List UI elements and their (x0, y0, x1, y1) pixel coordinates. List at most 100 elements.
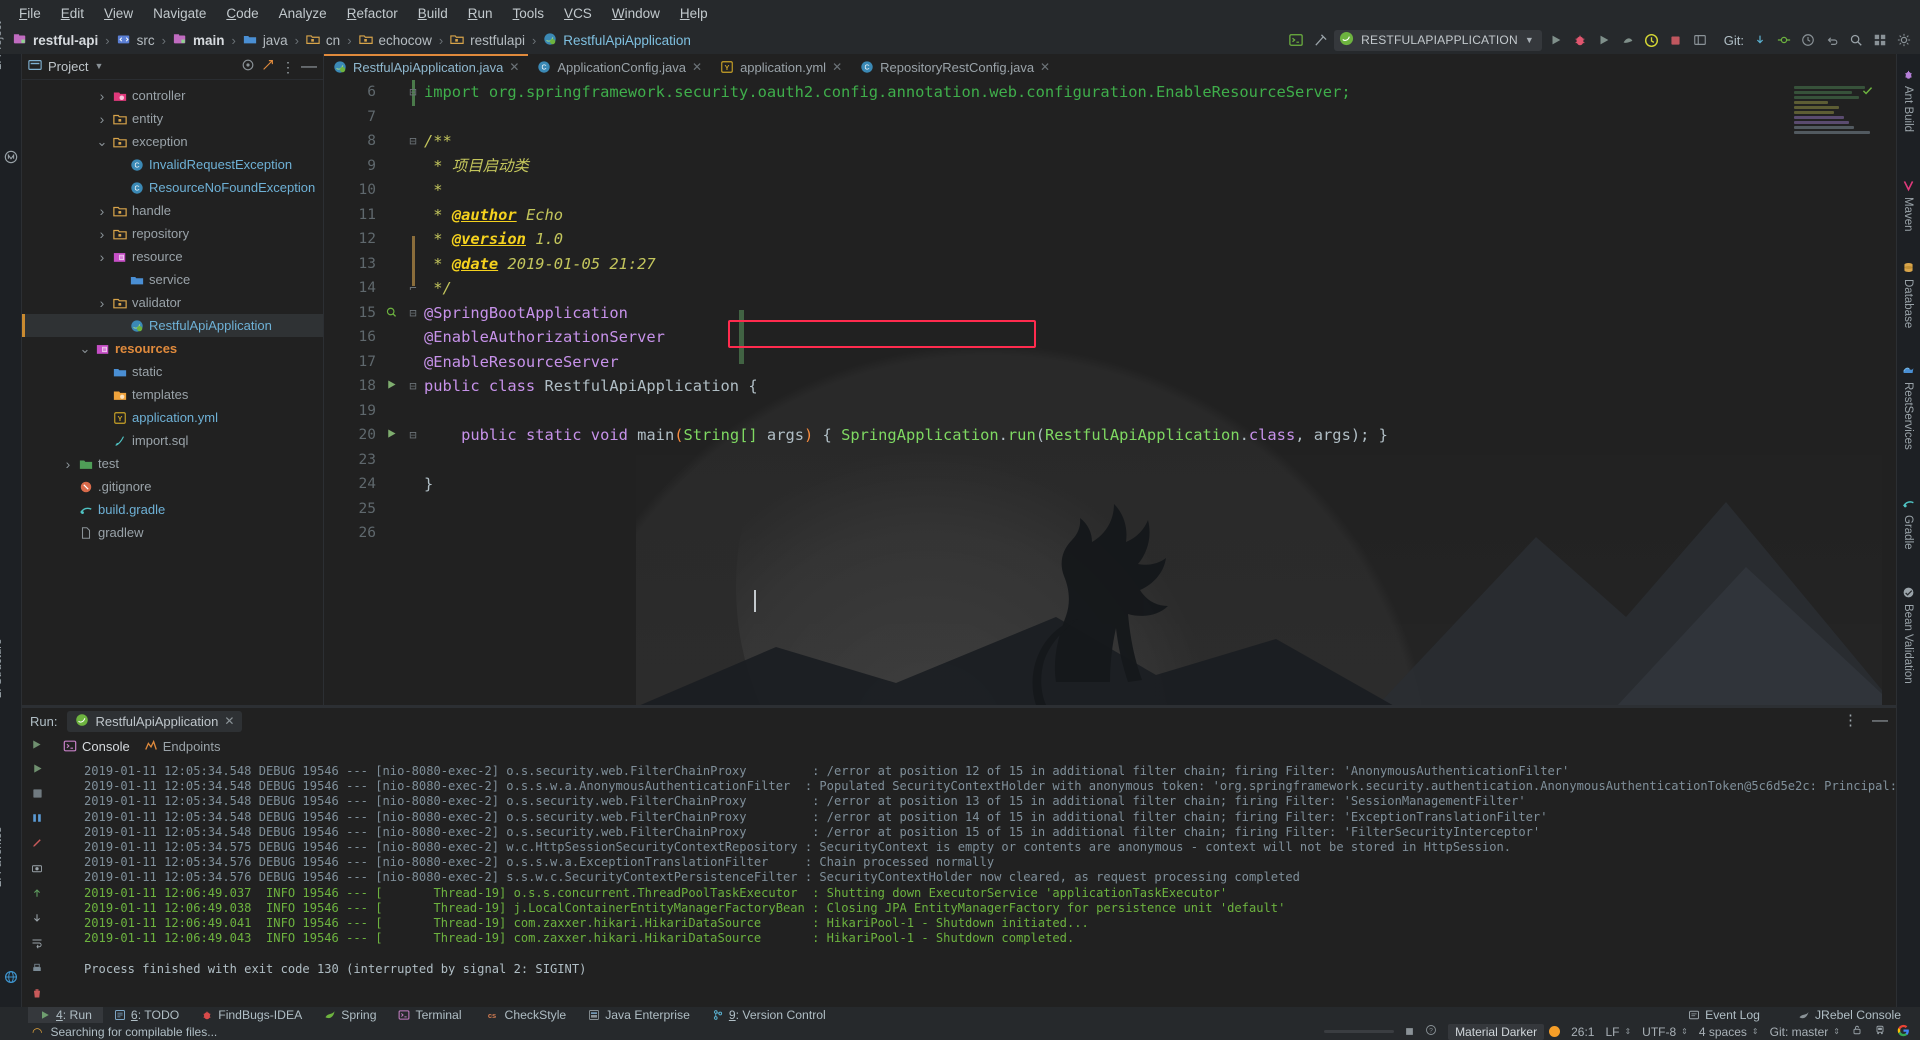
theme-switcher[interactable]: Material Darker (1448, 1023, 1561, 1040)
spring-bean-icon[interactable] (380, 301, 402, 326)
breadcrumb-item-cn[interactable]: cn (303, 32, 343, 49)
breadcrumb-item-src[interactable]: src (114, 32, 158, 49)
sidebar-item-structure[interactable]: 2: Structure (0, 638, 4, 697)
web-icon-strip[interactable] (4, 970, 18, 987)
run-method-icon[interactable] (380, 374, 402, 399)
tool-window-button-checkstyle[interactable]: cs CheckStyle (473, 1007, 578, 1023)
scroll-up-icon[interactable] (29, 885, 45, 901)
chevron-down-icon[interactable]: ▼ (1525, 35, 1534, 45)
menu-item-analyze[interactable]: Analyze (270, 3, 336, 24)
search-icon[interactable] (1846, 30, 1866, 50)
menu-item-window[interactable]: Window (603, 3, 669, 24)
menu-item-refactor[interactable]: Refactor (338, 3, 407, 24)
fold-minus-icon[interactable]: ⊟ (406, 423, 420, 448)
help-icon[interactable]: ? (1425, 1024, 1437, 1039)
tool-window-button-9-version-control[interactable]: 9: Version Control (701, 1007, 837, 1023)
caret-position[interactable]: 26:1 (1571, 1025, 1594, 1039)
chevron-updown-icon[interactable]: ⇕ (1681, 1027, 1688, 1036)
run-configuration-selector[interactable]: RESTFULAPIAPPLICATION ▼ (1334, 29, 1542, 51)
menu-item-code[interactable]: Code (217, 3, 267, 24)
editor-body[interactable]: 6 ⊟ import org.springframework.security.oa… (324, 80, 1896, 707)
collapse-all-icon[interactable] (261, 58, 275, 75)
scroll-down-icon[interactable] (29, 910, 45, 926)
tree-item-templates[interactable]: templates (22, 383, 323, 406)
menu-item-edit[interactable]: Edit (52, 3, 93, 24)
sidebar-item-bean-validation[interactable]: Bean Validation (1902, 604, 1914, 684)
chevron-right-icon[interactable]: › (96, 111, 108, 127)
breadcrumb-item-main[interactable]: main (170, 32, 228, 49)
profile-button[interactable] (1618, 30, 1638, 50)
run-button[interactable] (1546, 30, 1566, 50)
print-icon[interactable] (29, 960, 45, 976)
tool-window-button-spring[interactable]: Spring (313, 1007, 387, 1023)
menu-item-view[interactable]: View (95, 3, 142, 24)
tree-item-restfulapiapplication[interactable]: RestfulApiApplication (22, 314, 323, 337)
history-icon[interactable] (1798, 30, 1818, 50)
fold-minus-icon[interactable]: ⊟ (406, 301, 420, 326)
fold-end-icon[interactable]: ⌐ (406, 276, 420, 301)
google-icon[interactable] (1897, 1024, 1910, 1040)
camera-icon[interactable] (29, 860, 45, 876)
tree-item-gradlew[interactable]: gradlew (22, 521, 323, 544)
chevron-right-icon[interactable]: › (96, 295, 108, 311)
structure-icon-strip[interactable] (4, 150, 18, 167)
tree-item-import-sql[interactable]: import.sql (22, 429, 323, 452)
terminal-icon[interactable] (1286, 30, 1306, 50)
editor-tab-restfulapiapplication-java[interactable]: RestfulApiApplication.java ✕ (324, 54, 529, 80)
run-subtab-console[interactable]: Console (63, 739, 130, 754)
indent-selector[interactable]: 4 spaces ⇕ (1699, 1025, 1759, 1039)
menu-item-file[interactable]: File (10, 3, 50, 24)
editor-tab-applicationconfig-java[interactable]: C ApplicationConfig.java ✕ (528, 54, 711, 80)
more-options-icon[interactable]: ⋮ (1843, 713, 1858, 728)
breadcrumb-item-java[interactable]: java (240, 32, 291, 49)
menu-item-build[interactable]: Build (409, 3, 457, 24)
run-with-coverage-button[interactable] (1594, 30, 1614, 50)
edit-icon[interactable] (29, 835, 45, 851)
chevron-updown-icon[interactable]: ⇕ (1752, 1027, 1759, 1036)
rollback-icon[interactable] (1822, 30, 1842, 50)
line-separator-selector[interactable]: LF ⇕ (1605, 1025, 1631, 1039)
debug-button[interactable] (1570, 30, 1590, 50)
theme-color-dot-icon[interactable] (1549, 1026, 1561, 1037)
chevron-updown-icon[interactable]: ⇕ (1624, 1027, 1631, 1036)
layout-icon[interactable] (1690, 30, 1710, 50)
hide-panel-icon[interactable]: — (301, 58, 317, 74)
tree-item-repository[interactable]: › repository (22, 222, 323, 245)
target-icon[interactable] (241, 58, 255, 75)
breadcrumb-item-restful-api[interactable]: restful-api (10, 32, 101, 49)
sidebar-item-project[interactable]: 1: Project (0, 21, 4, 70)
tree-item-entity[interactable]: › entity (22, 107, 323, 130)
hide-panel-icon[interactable]: — (1872, 713, 1888, 729)
tree-item-test[interactable]: › test (22, 452, 323, 475)
tool-window-button-findbugs-idea[interactable]: FindBugs-IDEA (190, 1007, 313, 1023)
tree-item--gitignore[interactable]: .gitignore (22, 475, 323, 498)
sidebar-item-database[interactable]: Database (1902, 279, 1914, 328)
train-icon[interactable] (1874, 1024, 1886, 1039)
tree-item-invalidrequestexception[interactable]: C InvalidRequestException (22, 153, 323, 176)
breadcrumb-item-echocow[interactable]: echocow (356, 32, 435, 49)
project-tree[interactable]: › controller › entity ⌄ exception C InvalidRequ… (22, 80, 323, 544)
jrebel-run-button[interactable] (1642, 30, 1662, 50)
chevron-updown-icon[interactable]: ⇕ (1833, 1027, 1840, 1036)
sidebar-item-restservices[interactable]: RestServices (1902, 382, 1914, 450)
rerun-icon[interactable] (29, 760, 45, 776)
tree-item-build-gradle[interactable]: build.gradle (22, 498, 323, 521)
right-strip-restservices-icon[interactable] (1902, 364, 1915, 380)
stop-background-task-icon[interactable] (1405, 1025, 1414, 1039)
right-strip-bean-validation-icon[interactable] (1902, 586, 1915, 602)
fold-minus-icon[interactable]: ⊟ (406, 129, 420, 154)
close-icon[interactable]: ✕ (509, 60, 519, 74)
sidebar-item-gradle[interactable]: Gradle (1902, 515, 1914, 550)
tool-window-button-event-log[interactable]: Event Log (1677, 1007, 1771, 1023)
soft-wrap-icon[interactable] (29, 935, 45, 951)
tool-window-button-java-enterprise[interactable]: Java Enterprise (577, 1007, 701, 1023)
sidebar-item-ant-build[interactable]: Ant Build (1902, 86, 1914, 132)
run-method-icon[interactable] (380, 423, 402, 448)
tree-item-resource[interactable]: › resource (22, 245, 323, 268)
build-hammer-icon[interactable] (1310, 30, 1330, 50)
right-strip-database-icon[interactable] (1902, 261, 1915, 277)
run-window-tab[interactable]: RestfulApiApplication ✕ (67, 710, 243, 732)
clear-all-icon[interactable] (29, 985, 45, 1001)
menu-item-navigate[interactable]: Navigate (144, 3, 215, 24)
gear-icon[interactable] (1894, 30, 1914, 50)
